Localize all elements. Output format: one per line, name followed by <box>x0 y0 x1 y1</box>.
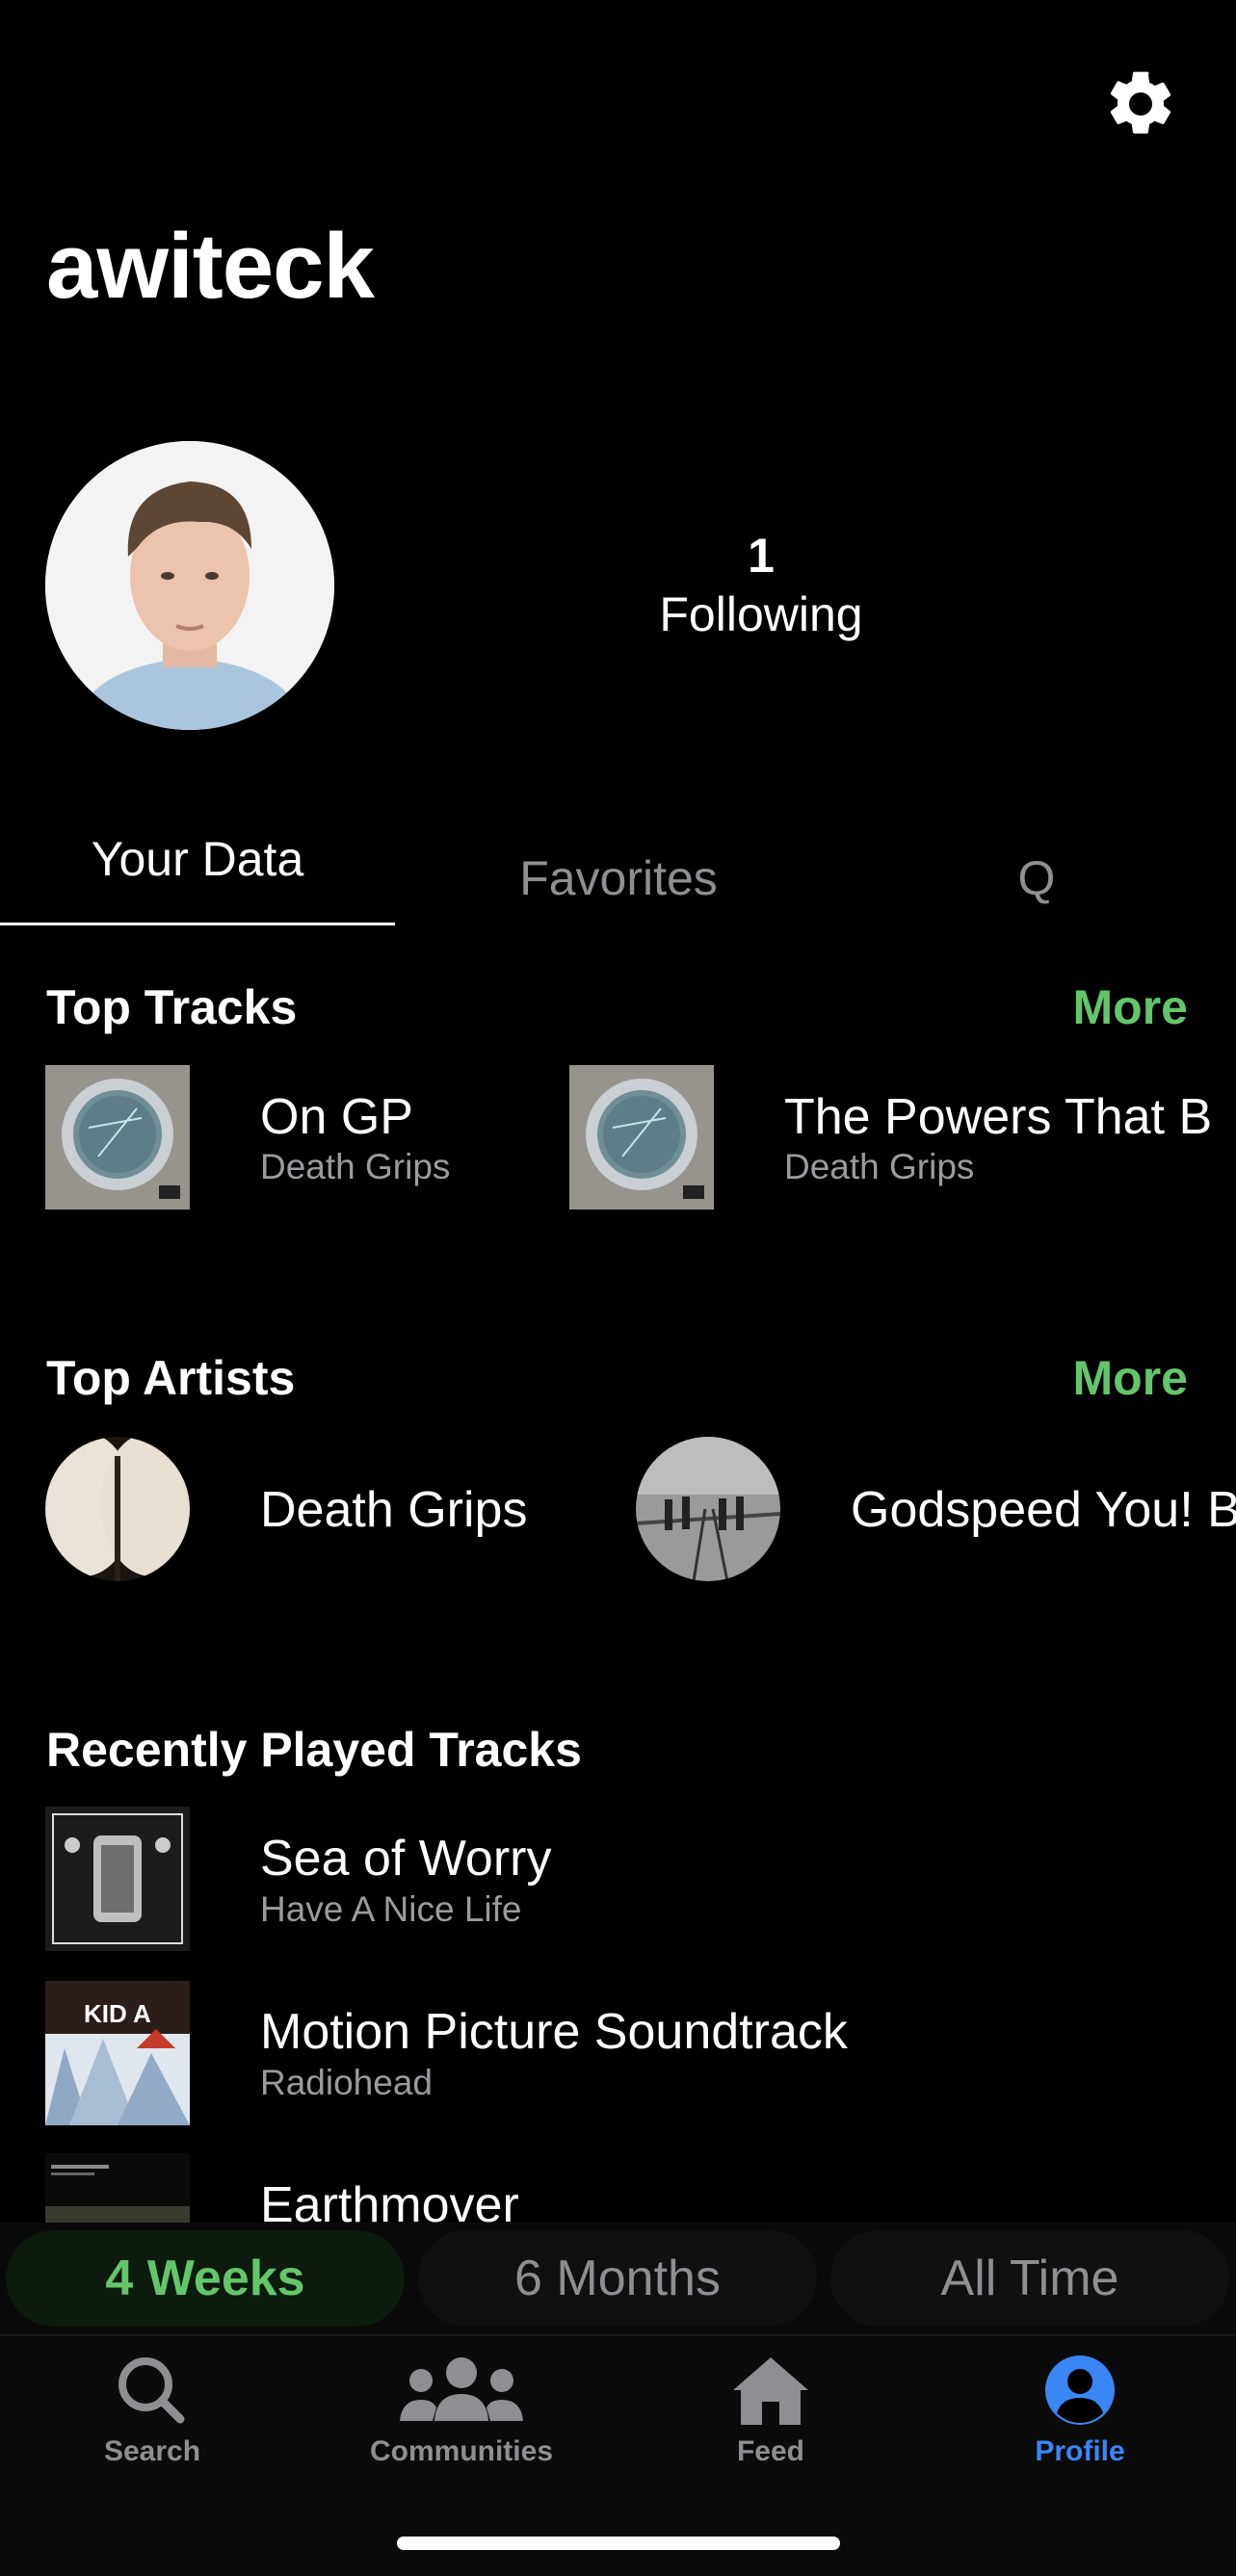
people-icon <box>400 2357 523 2421</box>
top-artists-more-button[interactable]: More <box>1073 1349 1188 1407</box>
username-title: awiteck <box>46 215 375 318</box>
album-cover-text: KID A <box>84 1999 151 2028</box>
range-6-months[interactable]: 6 Months <box>418 2230 817 2327</box>
track-artist: Death Grips <box>260 1147 451 1186</box>
track-title[interactable]: Sea of Worry <box>260 1830 551 1887</box>
nav-feed[interactable]: Feed <box>655 2352 886 2469</box>
avatar[interactable] <box>45 441 334 730</box>
home-icon <box>733 2357 808 2425</box>
nav-label: Search <box>103 2435 201 2467</box>
top-artists-title: Top Artists <box>46 1351 296 1405</box>
track-title[interactable]: Motion Picture Soundtrack <box>260 2003 848 2061</box>
artist-image[interactable] <box>45 1437 190 1581</box>
artist-name[interactable]: Death Grips <box>260 1481 527 1539</box>
track-cover[interactable] <box>45 2153 190 2223</box>
top-tracks-more-button[interactable]: More <box>1073 978 1188 1036</box>
artist-image[interactable] <box>636 1437 780 1581</box>
track-cover[interactable] <box>569 1065 714 1210</box>
track-cover[interactable] <box>45 1065 190 1210</box>
nav-label: Feed <box>736 2435 805 2467</box>
track-artist: Have A Nice Life <box>260 1889 522 1929</box>
profile-icon <box>1045 2355 1115 2425</box>
nav-label: Profile <box>1035 2435 1125 2467</box>
gear-icon[interactable] <box>1102 65 1179 143</box>
range-all-time[interactable]: All Time <box>830 2230 1229 2327</box>
tab-favorites[interactable]: Favorites <box>416 849 821 907</box>
track-title[interactable]: Earthmover <box>260 2176 519 2223</box>
search-icon <box>118 2357 185 2424</box>
tab-q[interactable]: Q <box>834 849 1236 907</box>
track-title[interactable]: On GP <box>260 1088 413 1146</box>
track-cover[interactable] <box>45 1807 190 1951</box>
artist-name[interactable]: Godspeed You! Bl <box>851 1481 1236 1539</box>
home-indicator <box>397 2537 840 2550</box>
active-tab-indicator <box>0 923 395 925</box>
nav-profile[interactable]: Profile <box>964 2352 1196 2469</box>
following-count[interactable]: 1 <box>665 528 857 584</box>
following-label[interactable]: Following <box>617 585 906 643</box>
track-artist: Radiohead <box>260 2063 433 2102</box>
nav-label: Communities <box>369 2435 554 2467</box>
nav-communities[interactable]: Communities <box>346 2352 577 2469</box>
top-tracks-title: Top Tracks <box>46 980 298 1034</box>
tab-your-data[interactable]: Your Data <box>0 830 395 888</box>
nav-search[interactable]: Search <box>37 2352 268 2469</box>
recent-tracks-title: Recently Played Tracks <box>46 1723 582 1777</box>
track-title[interactable]: The Powers That B <box>784 1088 1212 1146</box>
track-cover[interactable]: KID A <box>45 1981 190 2125</box>
track-artist: Death Grips <box>784 1147 975 1186</box>
range-4-weeks[interactable]: 4 Weeks <box>6 2230 405 2327</box>
